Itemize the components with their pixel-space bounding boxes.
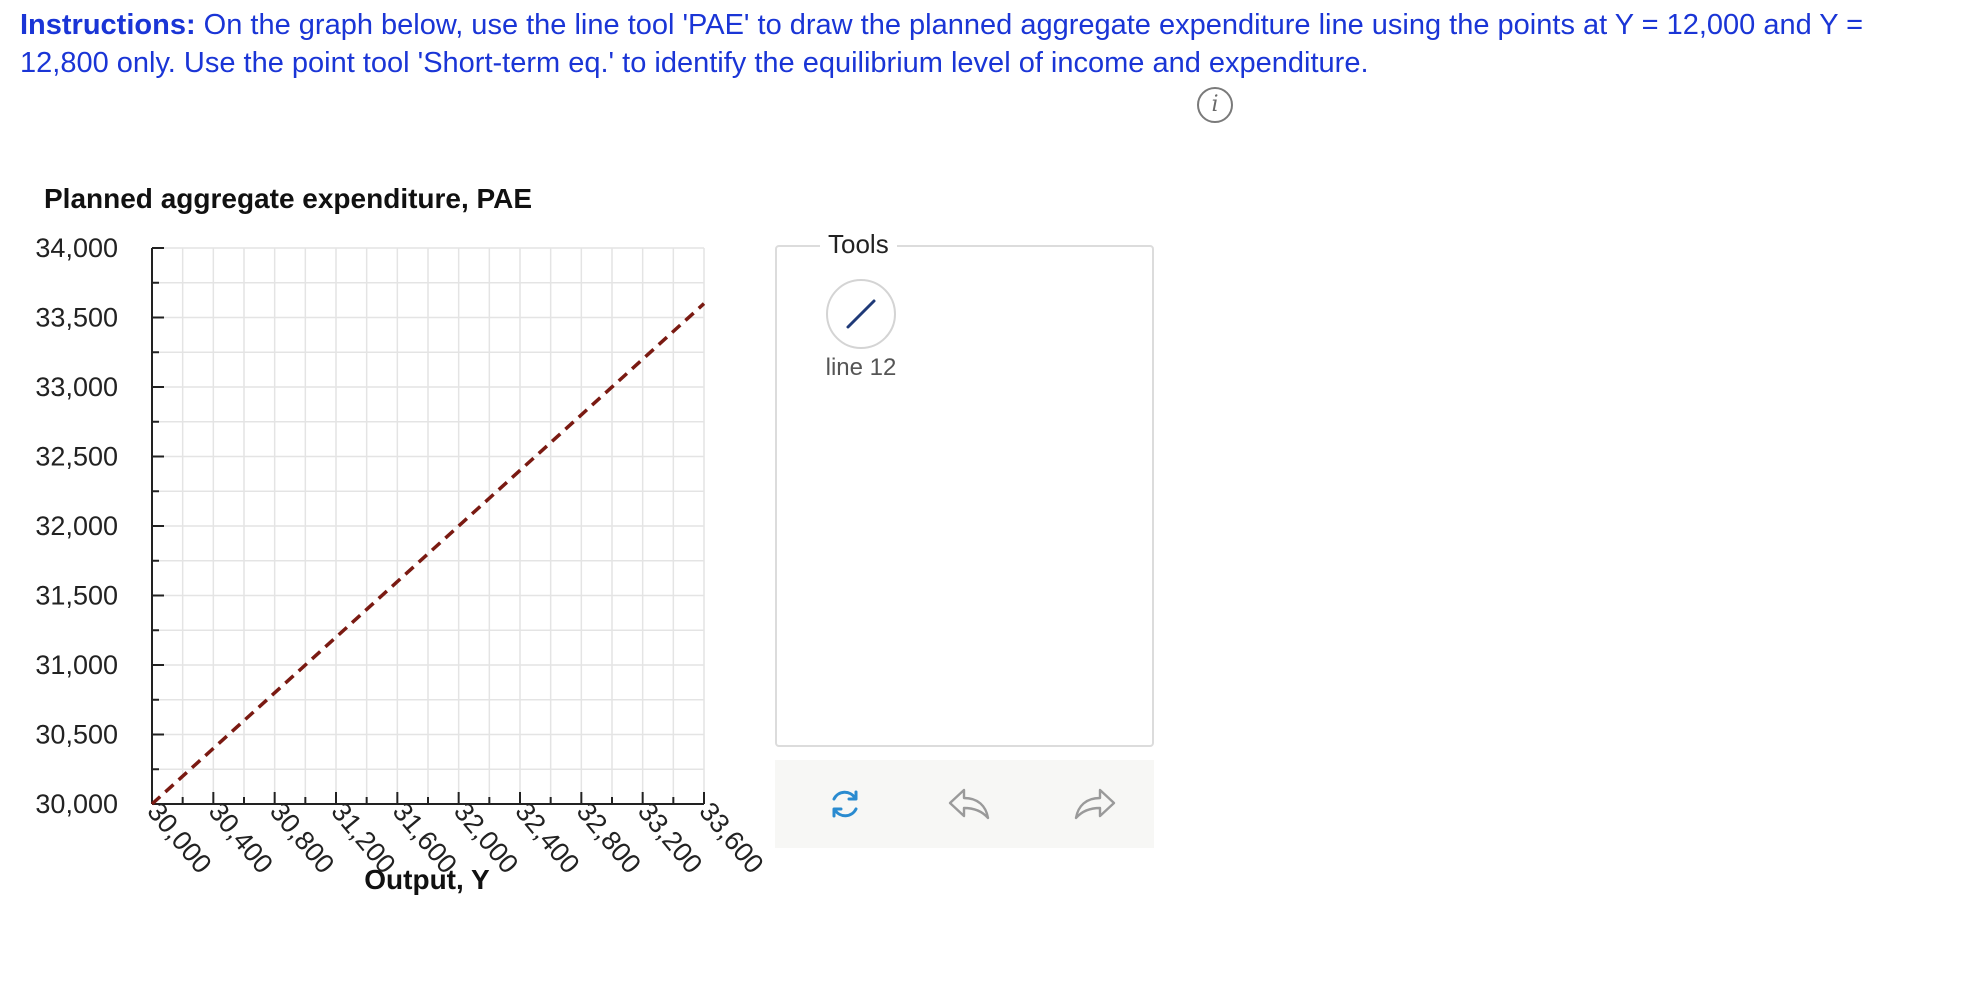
y-tick-label: 32,000 [35, 511, 118, 541]
x-tick-label: 30,000 [141, 797, 217, 880]
x-tick-label: 32,400 [509, 797, 585, 880]
x-tick-label: 33,200 [632, 797, 708, 880]
action-bar [775, 760, 1154, 848]
y-tick-label: 31,500 [35, 581, 118, 611]
y-tick-label: 33,000 [35, 372, 118, 402]
y-tick-label: 30,000 [35, 789, 118, 819]
chart-labels: 34,000 33,500 33,000 32,500 32,000 31,500 31,0… [35, 183, 769, 895]
x-tick-label: 33,600 [693, 797, 769, 880]
reset-button[interactable] [819, 778, 871, 830]
y-tick-label: 33,500 [35, 303, 118, 333]
y-tick-label: 31,000 [35, 650, 118, 680]
chart-grid [151, 247, 705, 805]
redo-icon [1074, 788, 1116, 820]
x-tick-label: 32,800 [571, 797, 647, 880]
x-tick-label: 30,400 [203, 797, 279, 880]
x-axis-title: Output, Y [364, 864, 490, 895]
y-tick-label: 30,500 [35, 720, 118, 750]
undo-button[interactable] [943, 778, 995, 830]
y-axis-title: Planned aggregate expenditure, PAE [44, 183, 532, 214]
reset-icon [832, 790, 858, 818]
y-tick-label: 32,500 [35, 442, 118, 472]
tools-title: Tools [820, 228, 897, 260]
y-tick-label: 34,000 [35, 233, 118, 263]
line-tool-icon [846, 299, 876, 329]
line-tool-button[interactable] [826, 279, 896, 349]
redo-button[interactable] [1069, 778, 1121, 830]
undo-icon [948, 788, 990, 820]
line-tool-label: line 12 [825, 354, 897, 381]
x-tick-label: 30,800 [264, 797, 340, 880]
